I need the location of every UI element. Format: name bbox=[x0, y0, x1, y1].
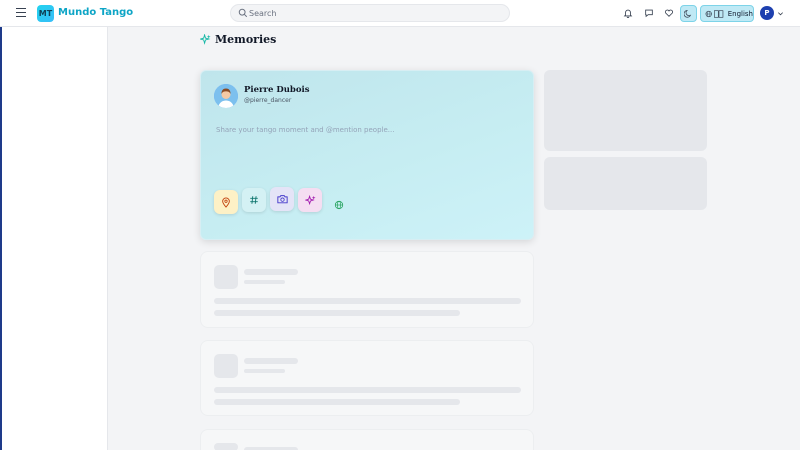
camera-icon bbox=[276, 195, 288, 204]
avatar bbox=[214, 84, 238, 108]
skeleton-line bbox=[214, 387, 521, 393]
sparkles-icon bbox=[304, 194, 316, 205]
menu-icon[interactable] bbox=[16, 8, 26, 18]
skeleton-line bbox=[244, 369, 285, 373]
post-skeleton bbox=[200, 340, 534, 416]
skeleton-line bbox=[244, 280, 285, 284]
skeleton-avatar bbox=[214, 443, 238, 450]
sidebar-widget-skeleton bbox=[544, 157, 707, 210]
globe-icon bbox=[334, 200, 344, 210]
skeleton-line bbox=[214, 310, 460, 316]
app-logo[interactable]: MT bbox=[37, 5, 54, 22]
user-handle: @pierre_dancer bbox=[244, 97, 292, 104]
skeleton-avatar bbox=[214, 265, 238, 289]
bell-icon[interactable] bbox=[623, 8, 633, 18]
heart-icon[interactable] bbox=[664, 8, 674, 18]
sparkles-icon bbox=[200, 34, 211, 45]
sidebar bbox=[0, 27, 108, 450]
page-header: Memories bbox=[200, 33, 276, 46]
language-selector[interactable]: English bbox=[700, 5, 754, 22]
map-pin-icon bbox=[222, 197, 230, 208]
add-photo-button[interactable] bbox=[270, 187, 294, 211]
user-name: Pierre Dubois bbox=[244, 85, 310, 95]
add-hashtag-button[interactable] bbox=[242, 188, 266, 212]
post-composer: Pierre Dubois @pierre_dancer bbox=[200, 70, 534, 240]
ai-assist-button[interactable] bbox=[298, 188, 322, 212]
hash-icon bbox=[250, 196, 258, 204]
skeleton-line bbox=[214, 298, 521, 304]
language-label: English bbox=[727, 9, 753, 18]
page-title: Memories bbox=[215, 33, 277, 46]
user-avatar-button[interactable]: P bbox=[760, 6, 774, 20]
brand-name[interactable]: Mundo Tango bbox=[58, 7, 133, 18]
search-bar[interactable] bbox=[230, 4, 510, 22]
sidebar-widget-skeleton bbox=[544, 70, 707, 151]
skeleton-line bbox=[244, 269, 298, 275]
message-icon[interactable] bbox=[644, 8, 654, 18]
add-location-button[interactable] bbox=[214, 190, 238, 214]
chevron-down-icon[interactable] bbox=[777, 10, 784, 17]
post-skeleton bbox=[200, 251, 534, 328]
translate-icon bbox=[714, 9, 724, 18]
top-bar: MT Mundo Tango English P bbox=[0, 0, 800, 27]
post-skeleton bbox=[200, 429, 534, 450]
search-icon bbox=[238, 8, 248, 18]
search-input[interactable] bbox=[249, 6, 499, 20]
moon-icon bbox=[684, 10, 692, 18]
skeleton-avatar bbox=[214, 354, 238, 378]
visibility-button[interactable] bbox=[331, 197, 347, 213]
globe-icon bbox=[705, 10, 712, 17]
post-text-input[interactable] bbox=[216, 123, 521, 137]
skeleton-line bbox=[244, 358, 298, 364]
skeleton-line bbox=[214, 399, 460, 405]
theme-toggle-button[interactable] bbox=[680, 5, 697, 22]
